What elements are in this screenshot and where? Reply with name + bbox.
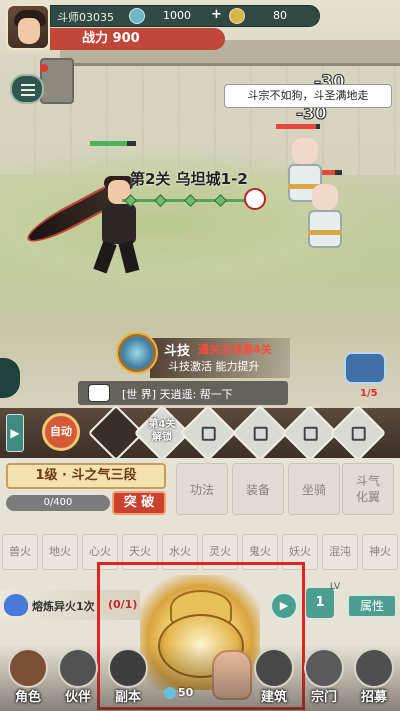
- enemy-speech-bubble: 斗宗不如狗，斗圣满地走: [224, 84, 392, 108]
- level-tag: LV: [330, 582, 341, 592]
- enemy-head: [312, 184, 338, 210]
- cultivation-level: 1级 · 斗之气三段: [6, 463, 166, 489]
- enemy-head: [292, 138, 318, 164]
- top-bar: 斗师03035 1000 + 80 战力 900: [0, 0, 400, 56]
- enemy-belt: [308, 230, 342, 235]
- recruit-icon: [354, 648, 394, 688]
- combat-power: 战力 900: [50, 28, 225, 50]
- fire-tab[interactable]: 兽火: [2, 534, 38, 570]
- spirit-stone-count: 50: [178, 686, 194, 699]
- character-icon: [8, 648, 48, 688]
- expand-arrow-button[interactable]: ▶: [6, 414, 24, 452]
- spirit-stone-icon: [164, 687, 176, 699]
- fire-tab[interactable]: 混沌: [322, 534, 358, 570]
- menu-icon-line: [21, 84, 35, 86]
- partners-icon: [58, 648, 98, 688]
- tab-wings[interactable]: 斗气 化翼: [342, 463, 394, 515]
- attributes-button[interactable]: 属性: [348, 595, 396, 617]
- breakthrough-button[interactable]: 突 破: [112, 491, 166, 515]
- treasure-chest-icon[interactable]: [344, 352, 386, 384]
- add-currency-button[interactable]: +: [211, 7, 222, 22]
- menu-icon-line: [21, 94, 35, 96]
- nav-label: 宗门: [310, 690, 337, 705]
- tab-skills[interactable]: 功法: [176, 463, 228, 515]
- lock-icon: [351, 426, 366, 441]
- skill-orb-icon[interactable]: [116, 332, 158, 374]
- level-badge: 1: [306, 588, 334, 618]
- skill-description: 斗技激活 能力提升: [168, 360, 260, 373]
- lock-icon: [201, 426, 216, 441]
- boss-skull-icon: [244, 188, 266, 210]
- xp-bar: 0/400: [6, 495, 110, 511]
- world-chat-message: [世 界] 天逍遥: 帮一下: [122, 388, 233, 401]
- auto-battle-button[interactable]: 自动: [42, 413, 80, 451]
- dungeon-icon: [108, 648, 148, 688]
- slot-unlock-label: 第4关 解锁: [148, 419, 176, 443]
- menu-icon-line: [21, 89, 35, 91]
- nav-dungeon[interactable]: 副本: [104, 648, 152, 708]
- nav-label: 副本: [114, 690, 141, 705]
- hero-body: [102, 204, 136, 244]
- fire-tab[interactable]: 地火: [42, 534, 78, 570]
- nav-character[interactable]: 角色: [4, 648, 52, 708]
- skill-unlock-condition: 通关主线第4关: [198, 343, 272, 356]
- nav-label: 建筑: [260, 690, 287, 705]
- jade-coin-count: 1000: [163, 9, 191, 22]
- player-info-bar: 斗师03035 1000 + 80: [50, 5, 320, 27]
- hero-health-fill: [90, 141, 127, 146]
- player-name: 斗师03035: [57, 11, 114, 24]
- nav-label: 伙伴: [64, 690, 91, 705]
- fire-tab[interactable]: 神火: [362, 534, 398, 570]
- nav-buildings[interactable]: 建筑: [250, 648, 298, 708]
- chat-bubble-icon[interactable]: [88, 384, 110, 402]
- lock-icon: [253, 426, 268, 441]
- gold-coin-count: 80: [273, 9, 287, 22]
- avatar-face: [18, 18, 40, 44]
- enemy-health-bar: [276, 124, 320, 129]
- enemy-body: [308, 210, 342, 248]
- gold-coin-icon: [229, 8, 245, 24]
- skill-name: 斗技: [164, 344, 191, 359]
- menu-button[interactable]: [10, 74, 44, 104]
- hero-character[interactable]: [70, 176, 150, 275]
- stage-title: 第2关 乌坦城1-2: [130, 170, 248, 188]
- game-screen: 斗师03035 1000 + 80 战力 900 -30 -30 斗宗不如狗，斗…: [0, 0, 400, 711]
- chest-progress: 1/5: [360, 388, 378, 399]
- nav-sect[interactable]: 宗门: [300, 648, 348, 708]
- sect-icon: [304, 648, 344, 688]
- nav-label: 招募: [360, 690, 387, 705]
- buildings-icon: [254, 648, 294, 688]
- hero-leg: [93, 240, 117, 274]
- hero-health-bar: [90, 141, 136, 146]
- tab-mount[interactable]: 坐骑: [288, 463, 340, 515]
- notification-dot: [40, 64, 48, 72]
- lock-icon: [303, 426, 318, 441]
- player-avatar[interactable]: [6, 4, 50, 50]
- jade-coin-icon: [129, 8, 145, 24]
- nav-label: 角色: [14, 690, 41, 705]
- tab-equipment[interactable]: 装备: [232, 463, 284, 515]
- refine-quest-text: 熔炼异火1次: [32, 600, 95, 613]
- nav-recruit[interactable]: 招募: [350, 648, 398, 708]
- enemy-health-fill: [276, 124, 316, 129]
- blue-flame-icon: [4, 594, 28, 616]
- enemy-monk[interactable]: [300, 178, 348, 264]
- nav-partners[interactable]: 伙伴: [54, 648, 102, 708]
- hero-leg: [118, 240, 140, 274]
